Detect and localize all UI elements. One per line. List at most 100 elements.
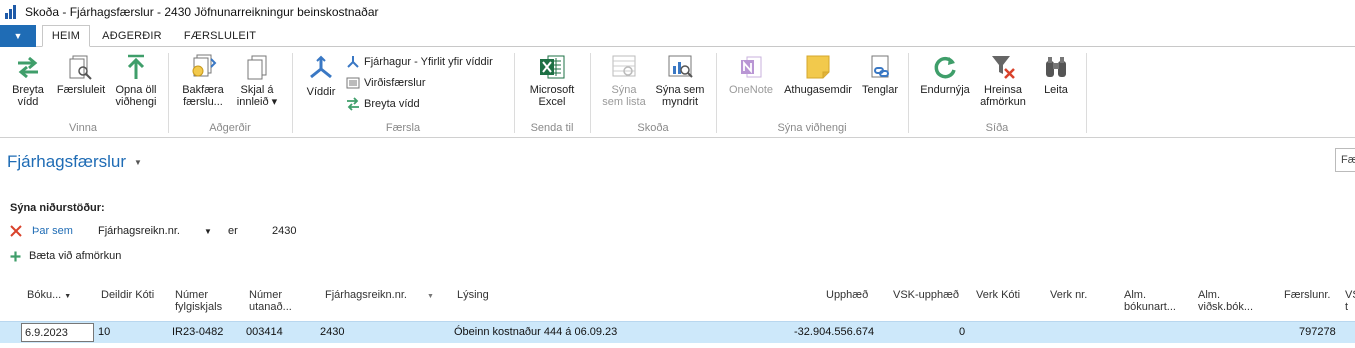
cell-deildir-koti: 10 (98, 326, 111, 338)
tab-heim[interactable]: HEIM (42, 25, 90, 47)
chart-view-icon (668, 55, 693, 78)
viddir-button[interactable]: Víddir (300, 55, 342, 98)
ledger-icon (346, 77, 360, 89)
filter-field-select[interactable]: Fjárhagsreikn.nr. ▼ (98, 225, 228, 237)
filter-operator: er (228, 225, 238, 237)
column-header-vsk-upphaed[interactable]: VSK-upphæð (893, 289, 959, 301)
filter-value-input[interactable]: 2430 (272, 225, 296, 237)
document-search-icon (69, 55, 92, 80)
binoculars-icon (1046, 57, 1066, 77)
application-menu-button[interactable]: ▼ (0, 25, 36, 47)
column-header-verk-koti[interactable]: Verk Kóti (976, 289, 1020, 301)
clear-filter-icon (992, 56, 1015, 79)
syna-sem-myndrit-button[interactable]: Sýna sem myndrit (652, 53, 708, 108)
link-icon (871, 55, 889, 78)
refresh-icon (934, 56, 956, 79)
breyta-vidd-button[interactable]: Breyta vídd (4, 53, 52, 108)
chevron-down-icon: ▼ (204, 226, 212, 236)
plus-icon (10, 251, 21, 261)
group-vinna: Breyta vídd Færsluleit Opna öll viðhengi… (0, 47, 166, 138)
sort-chevron-icon: ▼ (64, 293, 72, 300)
column-header-numer-utanad[interactable]: Númer utanað... (249, 289, 292, 313)
breyta-vidd-small-button[interactable]: Breyta vídd (346, 95, 420, 113)
add-filter-button[interactable]: Bæta við afmörkun (10, 248, 121, 264)
remove-filter-icon[interactable] (10, 225, 22, 237)
column-header-faerslunr[interactable]: Færslunr. (1284, 289, 1330, 301)
hreinsa-afmorkun-button[interactable]: Hreinsa afmörkun (974, 53, 1032, 108)
tab-faersluleit[interactable]: FÆRSLULEIT (176, 25, 264, 47)
group-label-skoda: Skoða (637, 122, 669, 134)
group-label-vinna: Vinna (69, 122, 97, 134)
page-title-row[interactable]: Fjárhagsfærslur ▼ (7, 152, 142, 172)
onenote-icon (741, 56, 762, 78)
column-header-fjarhagsreikn[interactable]: Fjárhagsreikn.nr. ▼ (325, 289, 434, 303)
group-skoda: Sýna sem lista Sýna sem myndrit Skoða (592, 47, 714, 138)
reverse-document-icon (192, 54, 217, 77)
grid-header: Bóku... ▼ Deildir Kóti Númer fylgiskjals N… (0, 287, 1355, 321)
column-header-numer-fylgiskjals[interactable]: Númer fylgiskjals (175, 289, 222, 313)
chevron-down-icon[interactable]: ▼ (134, 158, 142, 167)
athugasemdir-button[interactable]: Athugasemdir (780, 53, 856, 96)
cell-fjarhagsreikn: 2430 (320, 326, 345, 338)
column-header-upphaed[interactable]: Upphæð (826, 289, 868, 301)
cell-numer-utanad: 003414 (246, 326, 283, 338)
bakfaera-button[interactable]: Bakfæra færslu... (176, 53, 230, 108)
faersluleit-button[interactable]: Færsluleit (54, 53, 108, 96)
opna-oll-vidhengi-button[interactable]: Opna öll viðhengi (110, 53, 162, 108)
sort-chevron-icon: ▼ (426, 293, 434, 300)
dimensions-small-icon (347, 56, 359, 68)
excel-icon (540, 55, 565, 79)
cell-lysing: Óbeinn kostnaður 444 á 06.09.23 (454, 326, 618, 338)
column-header-deildir-koti[interactable]: Deildir Kóti (101, 289, 154, 301)
column-header-bokunardagur[interactable]: Bóku... ▼ (27, 289, 71, 303)
dimensions-icon (310, 55, 332, 79)
group-label-senda-til: Senda til (530, 122, 574, 134)
fjarhagur-yfirlit-button[interactable]: Fjárhagur - Yfirlit yfir víddir (346, 53, 493, 71)
cell-bokunardagur[interactable]: 6.9.2023 (21, 323, 94, 342)
cell-faerslunr: 797278 (1299, 326, 1336, 338)
window-title: Skoða - Fjárhagsfærslur - 2430 Jöfnunarr… (25, 5, 379, 19)
documents-icon (247, 55, 267, 80)
onenote-button[interactable]: OneNote (722, 53, 780, 96)
group-label-syna-vidhengi: Sýna viðhengi (777, 122, 847, 134)
skjal-a-innleid-button[interactable]: Skjal á innleið ▾ (230, 53, 284, 108)
group-senda-til: Microsoft Excel Senda til (516, 47, 588, 138)
filter-prefix: Þar sem (32, 225, 73, 237)
table-row[interactable]: 6.9.2023 10 IR23-0482 003414 2430 Óbeinn… (0, 321, 1355, 343)
group-adgerdir: Bakfæra færslu... Skjal á innleið ▾ Aðge… (170, 47, 290, 138)
microsoft-excel-button[interactable]: Microsoft Excel (522, 53, 582, 108)
leita-button[interactable]: Leita (1034, 53, 1078, 96)
tab-adgerdir[interactable]: AÐGERÐIR (96, 25, 168, 47)
swap-arrows-icon (18, 56, 38, 79)
column-header-lysing[interactable]: Lýsing (457, 289, 489, 301)
column-header-vsk-truncated[interactable]: VSt (1345, 289, 1355, 313)
tenglar-button[interactable]: Tenglar (858, 53, 902, 96)
group-label-adgerdir: Aðgerðir (209, 122, 251, 134)
group-syna-vidhengi: OneNote Athugasemdir Tenglar Sýna viðhen… (718, 47, 906, 138)
title-bar: Skoða - Fjárhagsfærslur - 2430 Jöfnunarr… (0, 0, 1355, 24)
page-title: Fjárhagsfærslur (7, 152, 127, 171)
syna-sem-lista-button[interactable]: Sýna sem lista (596, 53, 652, 108)
search-input[interactable]: Fær (1335, 148, 1355, 172)
column-header-alm-vidsk-bok[interactable]: Alm. viðsk.bók... (1198, 289, 1253, 313)
ribbon: Breyta vídd Færsluleit Opna öll viðhengi… (0, 47, 1355, 138)
filter-heading: Sýna niðurstöður: (10, 202, 105, 214)
column-header-alm-bokunart[interactable]: Alm. bókunart... (1124, 289, 1176, 313)
list-view-icon (612, 55, 636, 77)
group-faersla: Víddir Fjárhagur - Yfirlit yfir víddir V… (294, 47, 512, 138)
cell-numer-fylgiskjals: IR23-0482 (172, 326, 224, 338)
swap-small-icon (347, 97, 359, 111)
group-sida: Endurnýja Hreinsa afmörkun Leita Síða (910, 47, 1084, 138)
cell-upphaed: -32.904.556.674 (794, 326, 875, 338)
endurnyja-button[interactable]: Endurnýja (916, 53, 974, 96)
filter-field-label: Fjárhagsreikn.nr. (98, 225, 180, 237)
cell-vsk-upphaed: 0 (959, 326, 966, 338)
virdisfaerslur-button[interactable]: Virðisfærslur (346, 74, 426, 92)
column-header-verk-nr[interactable]: Verk nr. (1050, 289, 1087, 301)
filter-row: Þar sem Fjárhagsreikn.nr. ▼ er 2430 (10, 223, 296, 239)
arrow-up-icon (127, 54, 145, 79)
note-icon (806, 55, 830, 79)
search-placeholder: Fær (1341, 154, 1355, 166)
ribbon-tabbar: ▼ HEIM AÐGERÐIR FÆRSLULEIT (0, 25, 1355, 47)
group-label-sida: Síða (985, 122, 1009, 134)
